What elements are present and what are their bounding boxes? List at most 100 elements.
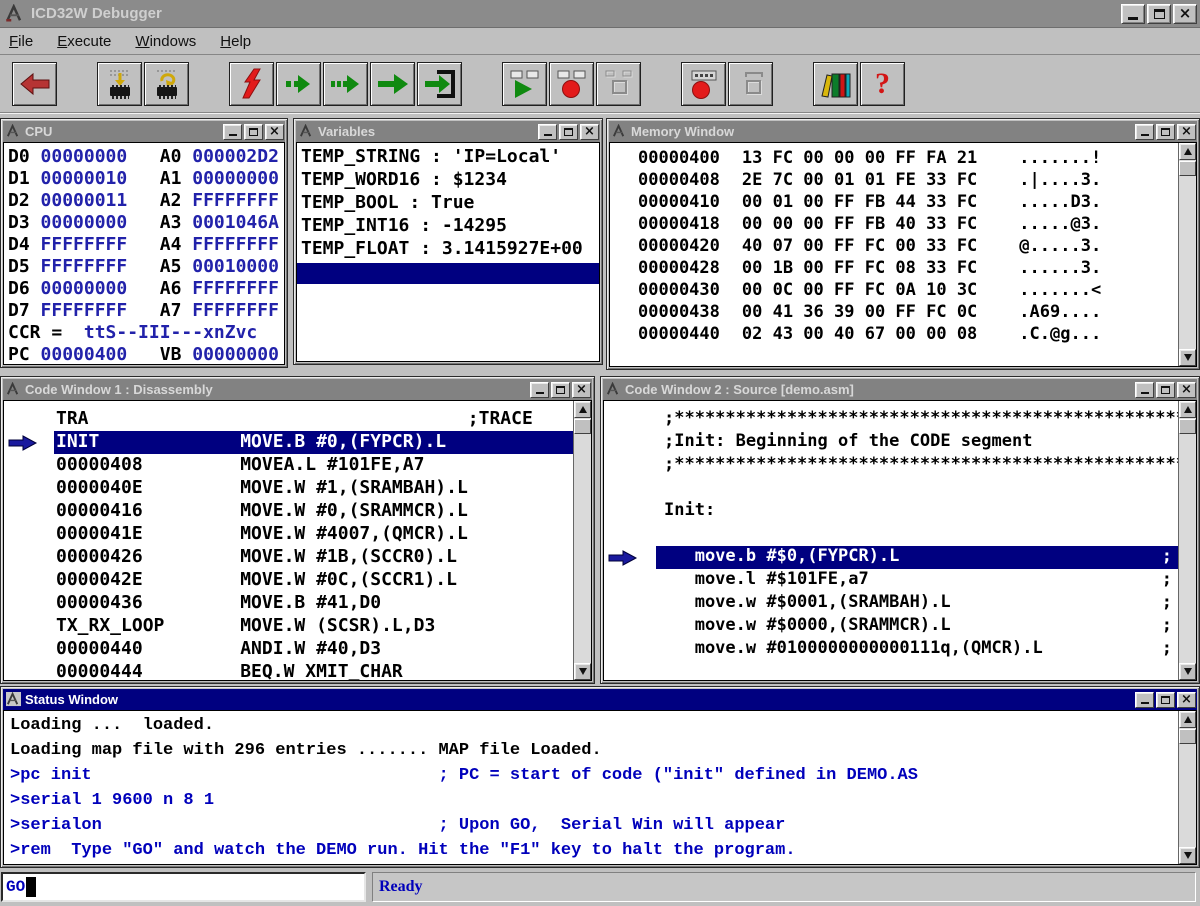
source-row[interactable]: ;***************************************… [604, 454, 1178, 477]
scroll-track[interactable] [574, 435, 591, 663]
minimize-button[interactable] [530, 382, 549, 398]
source-row[interactable]: move.w #$0001,(SRAMBAH).L; [604, 592, 1178, 615]
step-over-button[interactable] [323, 62, 368, 106]
variable-row[interactable]: TEMP_BOOL : True [297, 192, 599, 215]
register-row[interactable]: PC 00000400 VB 00000000 [8, 344, 284, 365]
menu-item[interactable]: Execute [52, 31, 116, 52]
register-row[interactable]: D4 FFFFFFFF A4 FFFFFFFF [8, 234, 284, 256]
close-button[interactable]: × [1177, 382, 1196, 398]
reset-button[interactable] [229, 62, 274, 106]
vertical-scrollbar[interactable] [573, 401, 591, 680]
status-window-titlebar[interactable]: Status Window × [3, 689, 1197, 710]
minimize-button[interactable] [538, 124, 557, 140]
disassembly-row[interactable]: 00000440ANDI.W #40,D3 [4, 638, 573, 661]
memory-row[interactable]: 0000042800 1B 00 FF FC 08 33 FC......3. [610, 258, 1178, 280]
register-row[interactable]: D7 FFFFFFFF A7 FFFFFFFF [8, 300, 284, 322]
disassembly-row[interactable]: 0000040EMOVE.W #1,(SRAMBAH).L [4, 477, 573, 500]
scroll-track[interactable] [1179, 177, 1196, 349]
memory-row[interactable]: 0000043800 41 36 39 00 FF FC 0C.A69.... [610, 302, 1178, 324]
memory-row[interactable]: 0000044002 43 00 40 67 00 00 08.C.@g... [610, 324, 1178, 346]
minimize-button[interactable] [1135, 382, 1154, 398]
register-row[interactable]: D1 00000010 A1 00000000 [8, 168, 284, 190]
register-row[interactable]: D5 FFFFFFFF A5 00010000 [8, 256, 284, 278]
memory-row[interactable]: 0000040013 FC 00 00 00 FF FA 21.......! [610, 148, 1178, 170]
close-button[interactable]: × [1177, 692, 1196, 708]
source-row[interactable] [604, 523, 1178, 546]
source-window-titlebar[interactable]: Code Window 2 : Source [demo.asm] × [603, 379, 1197, 400]
scroll-up-button[interactable] [1179, 143, 1196, 160]
scroll-up-button[interactable] [574, 401, 591, 418]
variable-row[interactable]: TEMP_WORD16 : $1234 [297, 169, 599, 192]
help-button[interactable]: ? [860, 62, 905, 106]
menu-item[interactable]: Help [215, 31, 256, 52]
minimize-button[interactable] [223, 124, 242, 140]
memory-row[interactable]: 0000043000 0C 00 FF FC 0A 10 3C.......< [610, 280, 1178, 302]
variables-window-titlebar[interactable]: Variables × [296, 121, 600, 142]
disassembly-window-titlebar[interactable]: Code Window 1 : Disassembly × [3, 379, 592, 400]
disassembly-row[interactable]: TRA;TRACE [4, 408, 573, 431]
hardware-breakpoint-button[interactable] [681, 62, 726, 106]
scroll-up-button[interactable] [1179, 401, 1196, 418]
disassembly-row[interactable]: 0000041EMOVE.W #4007,(QMCR).L [4, 523, 573, 546]
disassembly-row[interactable]: 0000042EMOVE.W #0C,(SCCR1).L [4, 569, 573, 592]
memory-row[interactable]: 0000041800 00 00 FF FB 40 33 FC.....@3. [610, 214, 1178, 236]
main-titlebar[interactable]: ICD32W Debugger × [0, 0, 1200, 28]
disassembly-row[interactable]: 00000426MOVE.W #1B,(SCCR0).L [4, 546, 573, 569]
run-button[interactable] [370, 62, 415, 106]
maximize-button[interactable] [1156, 124, 1175, 140]
scroll-track[interactable] [1179, 745, 1196, 847]
scroll-thumb[interactable] [1179, 729, 1196, 744]
disassembly-row[interactable]: TX_RX_LOOPMOVE.W (SCSR).L,D3 [4, 615, 573, 638]
source-row[interactable]: move.w #$0000,(SRAMMCR).L; [604, 615, 1178, 638]
go-ignore-breakpoints-button[interactable] [502, 62, 547, 106]
variable-row[interactable]: TEMP_FLOAT : 3.1415927E+00 [297, 238, 599, 261]
back-arrow-button[interactable] [12, 62, 57, 106]
scroll-down-button[interactable] [574, 663, 591, 680]
scroll-thumb[interactable] [1179, 419, 1196, 434]
clear-hardware-breakpoint-button[interactable] [728, 62, 773, 106]
step-into-button[interactable] [276, 62, 321, 106]
run-to-return-button[interactable] [417, 62, 462, 106]
source-row[interactable]: move.l #$101FE,a7; [604, 569, 1178, 592]
scroll-thumb[interactable] [1179, 161, 1196, 176]
minimize-button[interactable] [1121, 4, 1145, 24]
close-button[interactable]: × [265, 124, 284, 140]
scroll-down-button[interactable] [1179, 847, 1196, 864]
close-button[interactable]: × [1173, 4, 1197, 24]
minimize-button[interactable] [1135, 124, 1154, 140]
scroll-thumb[interactable] [574, 419, 591, 434]
register-row[interactable]: D6 00000000 A6 FFFFFFFF [8, 278, 284, 300]
variable-row[interactable]: TEMP_STRING : 'IP=Local' [297, 146, 599, 169]
scroll-track[interactable] [1179, 435, 1196, 663]
verify-chip-button[interactable] [144, 62, 189, 106]
close-button[interactable]: × [572, 382, 591, 398]
menu-item[interactable]: Windows [130, 31, 201, 52]
maximize-button[interactable] [1156, 382, 1175, 398]
memory-row[interactable]: 000004082E 7C 00 01 01 FE 33 FC.|....3. [610, 170, 1178, 192]
register-row[interactable]: D2 00000011 A2 FFFFFFFF [8, 190, 284, 212]
register-row[interactable]: CCR = ttS--III---xnZvc [8, 322, 284, 344]
disassembly-row[interactable]: 00000444BEQ.W XMIT_CHAR [4, 661, 573, 680]
variable-row[interactable]: TEMP_INT16 : -14295 [297, 215, 599, 238]
memory-row[interactable]: 0000042040 07 00 FF FC 00 33 FC@.....3. [610, 236, 1178, 258]
close-button[interactable]: × [1177, 124, 1196, 140]
disassembly-row[interactable]: 00000416MOVE.W #0,(SRAMMCR).L [4, 500, 573, 523]
scroll-down-button[interactable] [1179, 349, 1196, 366]
clear-breakpoint-button[interactable] [596, 62, 641, 106]
scroll-down-button[interactable] [1179, 663, 1196, 680]
set-breakpoint-button[interactable] [549, 62, 594, 106]
command-input[interactable]: GO [1, 872, 366, 902]
source-row[interactable]: ;Init: Beginning of the CODE segment [604, 431, 1178, 454]
maximize-button[interactable] [551, 382, 570, 398]
vertical-scrollbar[interactable] [1178, 401, 1196, 680]
minimize-button[interactable] [1135, 692, 1154, 708]
source-row[interactable]: move.w #0100000000000111q,(QMCR).L; [604, 638, 1178, 661]
source-row[interactable] [604, 477, 1178, 500]
maximize-button[interactable] [244, 124, 263, 140]
menu-item[interactable]: File [4, 31, 38, 52]
disassembly-row[interactable]: 00000408MOVEA.L #101FE,A7 [4, 454, 573, 477]
disassembly-row[interactable]: INITMOVE.B #0,(FYPCR).L [4, 431, 573, 454]
variables-selected-row[interactable] [297, 263, 599, 284]
memory-row[interactable]: 0000041000 01 00 FF FB 44 33 FC.....D3. [610, 192, 1178, 214]
cpu-window-titlebar[interactable]: CPU × [3, 121, 285, 142]
